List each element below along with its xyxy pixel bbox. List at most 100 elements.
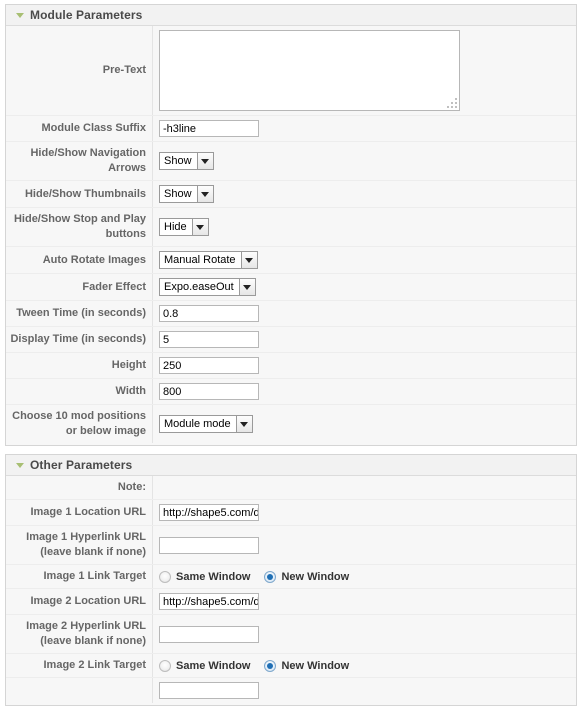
field-control: Manual Rotate — [153, 247, 576, 273]
field-control: Expo.easeOut — [153, 274, 576, 300]
field-control: 800 — [153, 379, 576, 404]
form-body-other-parameters: Note: Image 1 Location URL http://shape5… — [6, 476, 576, 705]
field-label: Fader Effect — [6, 274, 153, 300]
radio-icon-selected[interactable] — [264, 659, 277, 672]
image-1-hyperlink-url-input[interactable] — [159, 536, 259, 554]
display-time-input[interactable]: 5 — [159, 331, 259, 348]
field-control: Module mode — [153, 405, 576, 443]
panel-header-other-parameters[interactable]: Other Parameters — [6, 455, 576, 476]
field-label: Display Time (in seconds) — [6, 327, 153, 352]
select-value: Manual Rotate — [164, 254, 236, 266]
field-row-note: Note: — [6, 476, 576, 500]
field-control: Same Window New Window — [153, 654, 576, 677]
select-value: Module mode — [164, 418, 231, 430]
field-row-hide-show-thumbnails: Hide/Show Thumbnails Show — [6, 181, 576, 208]
hide-show-stop-play-buttons-select[interactable]: Hide — [159, 218, 209, 236]
field-row-height: Height 250 — [6, 353, 576, 379]
field-row-tween-time: Tween Time (in seconds) 0.8 — [6, 301, 576, 327]
field-control — [153, 678, 576, 703]
radio-icon-selected[interactable] — [264, 570, 277, 583]
radio-label: Same Window — [176, 659, 251, 672]
width-input[interactable]: 800 — [159, 383, 259, 400]
triangle-down-icon[interactable] — [16, 462, 24, 468]
radio-icon[interactable] — [159, 659, 171, 672]
field-row-partial-bottom — [6, 678, 576, 703]
field-row-hide-show-stop-play-buttons: Hide/Show Stop and Play buttons Hide — [6, 208, 576, 247]
chevron-down-icon[interactable] — [196, 153, 213, 169]
field-row-module-position-mode: Choose 10 mod positions or below image M… — [6, 405, 576, 443]
field-label: Auto Rotate Images — [6, 247, 153, 273]
height-input[interactable]: 250 — [159, 357, 259, 374]
field-control: http://shape5.com/de — [153, 589, 576, 614]
auto-rotate-images-select[interactable]: Manual Rotate — [159, 251, 258, 269]
radio-icon[interactable] — [159, 570, 171, 583]
field-row-fader-effect: Fader Effect Expo.easeOut — [6, 274, 576, 301]
field-label: Image 2 Hyperlink URL (leave blank if no… — [6, 615, 153, 653]
chevron-down-icon[interactable] — [191, 219, 208, 235]
field-label: Width — [6, 379, 153, 404]
module-class-suffix-input[interactable]: -h3line — [159, 120, 259, 137]
field-label: Image 1 Link Target — [6, 565, 153, 588]
field-row-image-1-link-target: Image 1 Link Target Same Window New Wind… — [6, 565, 576, 589]
field-row-image-2-location-url: Image 2 Location URL http://shape5.com/d… — [6, 589, 576, 615]
radio-option-new-window[interactable]: New Window — [264, 659, 349, 672]
panel-title: Other Parameters — [30, 458, 133, 472]
field-label: Image 2 Location URL — [6, 589, 153, 614]
pre-text-textarea[interactable] — [159, 30, 460, 111]
radio-option-same-window[interactable]: Same Window — [159, 659, 251, 672]
select-value: Show — [164, 155, 192, 167]
field-row-image-1-location-url: Image 1 Location URL http://shape5.com/d… — [6, 500, 576, 526]
field-row-module-class-suffix: Module Class Suffix -h3line — [6, 116, 576, 142]
field-label: Tween Time (in seconds) — [6, 301, 153, 326]
image-1-link-target-radio-group: Same Window New Window — [159, 570, 363, 583]
field-control: Show — [153, 181, 576, 207]
field-control: http://shape5.com/de — [153, 500, 576, 525]
partial-bottom-input[interactable] — [159, 682, 259, 699]
field-label: Module Class Suffix — [6, 116, 153, 141]
chevron-down-icon[interactable] — [240, 252, 257, 268]
field-row-hide-show-navigation-arrows: Hide/Show Navigation Arrows Show — [6, 142, 576, 181]
resize-grip-icon[interactable] — [447, 98, 457, 108]
panel-header-module-parameters[interactable]: Module Parameters — [6, 5, 576, 26]
field-label — [6, 678, 153, 703]
field-control: 0.8 — [153, 301, 576, 326]
triangle-down-icon[interactable] — [16, 12, 24, 18]
field-row-image-2-link-target: Image 2 Link Target Same Window New Wind… — [6, 654, 576, 678]
fader-effect-select[interactable]: Expo.easeOut — [159, 278, 256, 296]
radio-option-same-window[interactable]: Same Window — [159, 570, 250, 583]
module-position-mode-select[interactable]: Module mode — [159, 415, 253, 433]
radio-label: New Window — [281, 570, 350, 583]
hide-show-navigation-arrows-select[interactable]: Show — [159, 152, 214, 170]
field-control — [153, 26, 576, 115]
field-control: 250 — [153, 353, 576, 378]
tween-time-input[interactable]: 0.8 — [159, 305, 259, 322]
image-2-location-url-input[interactable]: http://shape5.com/de — [159, 593, 259, 610]
panel-title: Module Parameters — [30, 8, 143, 22]
field-label: Choose 10 mod positions or below image — [6, 405, 153, 443]
field-label: Note: — [6, 476, 153, 499]
field-control — [153, 615, 576, 653]
field-control: Show — [153, 142, 576, 180]
field-control: 5 — [153, 327, 576, 352]
field-row-image-2-hyperlink-url: Image 2 Hyperlink URL (leave blank if no… — [6, 615, 576, 654]
field-label: Pre-Text — [6, 26, 153, 115]
radio-option-new-window[interactable]: New Window — [264, 570, 350, 583]
field-control: Hide — [153, 208, 576, 246]
image-2-link-target-radio-group: Same Window New Window — [159, 659, 363, 672]
field-row-display-time: Display Time (in seconds) 5 — [6, 327, 576, 353]
chevron-down-icon[interactable] — [238, 279, 255, 295]
field-label: Hide/Show Thumbnails — [6, 181, 153, 207]
image-1-location-url-input[interactable]: http://shape5.com/de — [159, 504, 259, 521]
image-2-hyperlink-url-input[interactable] — [159, 625, 259, 643]
hide-show-thumbnails-select[interactable]: Show — [159, 185, 214, 203]
chevron-down-icon[interactable] — [196, 186, 213, 202]
field-control — [153, 476, 576, 499]
select-value: Show — [164, 188, 192, 200]
panel-module-parameters: Module Parameters Pre-Text Module Class … — [5, 4, 577, 446]
form-body-module-parameters: Pre-Text Module Class Suffix -h3line Hid… — [6, 26, 576, 445]
select-value: Expo.easeOut — [164, 281, 234, 293]
field-label: Image 1 Location URL — [6, 500, 153, 525]
field-control: Same Window New Window — [153, 565, 576, 588]
field-row-pre-text: Pre-Text — [6, 26, 576, 116]
chevron-down-icon[interactable] — [235, 416, 252, 432]
